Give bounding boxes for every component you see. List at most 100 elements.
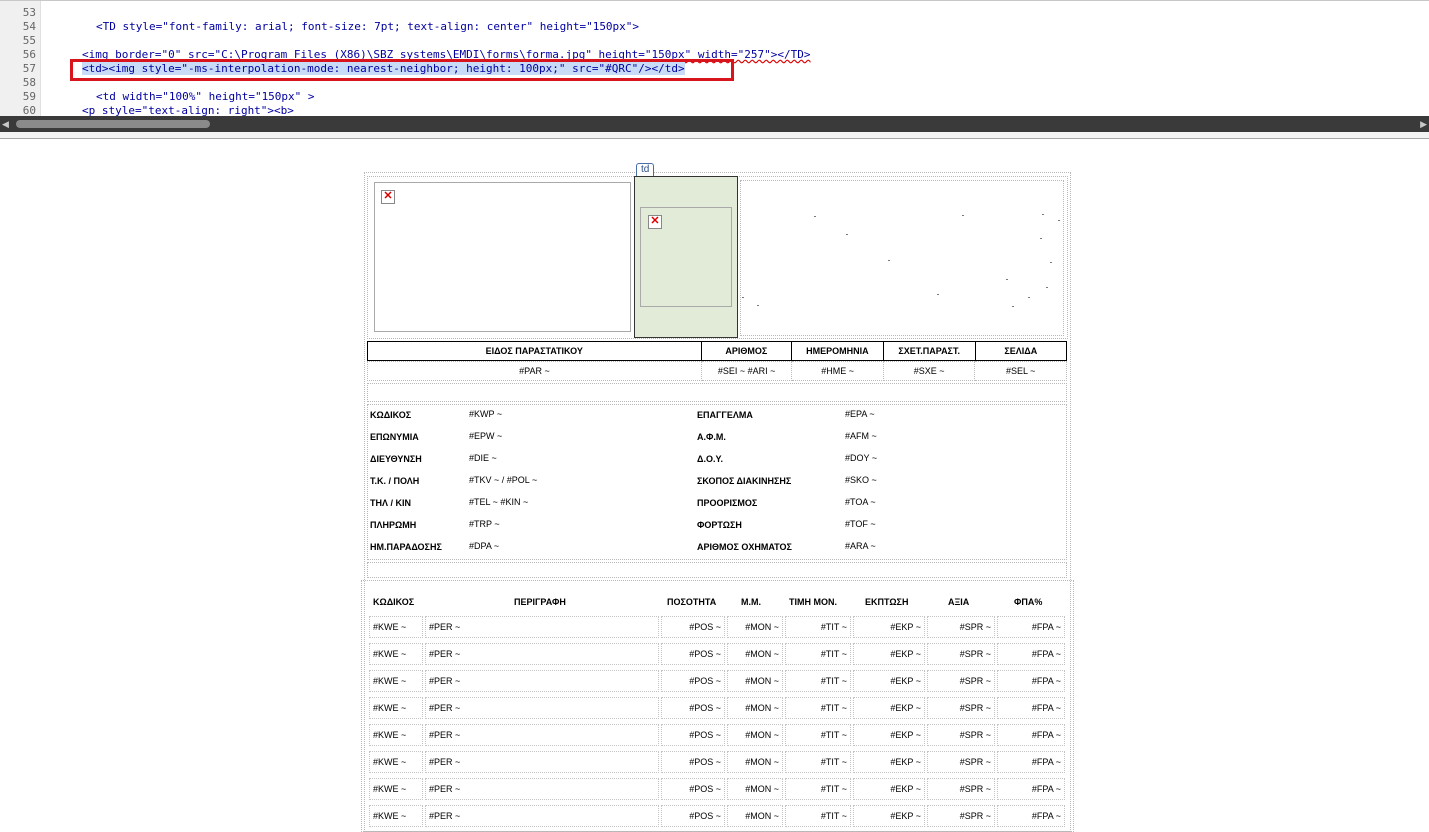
item-cell[interactable]: #MON ~: [727, 670, 783, 692]
item-cell[interactable]: #TIT ~: [785, 724, 851, 746]
code-editor[interactable]: 53 54 55 56 57 58 59 60 <TD style="font-…: [0, 0, 1429, 117]
speck: [962, 215, 964, 216]
doc-page-value[interactable]: #SEL ~: [974, 361, 1067, 381]
item-cell[interactable]: #FPA ~: [997, 670, 1065, 692]
customer-value[interactable]: #ARA ~: [845, 541, 876, 551]
item-cell[interactable]: #FPA ~: [997, 778, 1065, 800]
item-cell[interactable]: #MON ~: [727, 778, 783, 800]
code-line-59[interactable]: <td width="100%" height="150px" >: [96, 90, 315, 104]
item-cell[interactable]: #POS ~: [661, 724, 725, 746]
item-cell[interactable]: #PER ~: [425, 805, 659, 827]
item-cell[interactable]: #FPA ~: [997, 697, 1065, 719]
customer-value[interactable]: #TOF ~: [845, 519, 876, 529]
item-cell[interactable]: #SPR ~: [927, 697, 995, 719]
speck: [1058, 220, 1060, 221]
item-cell[interactable]: #MON ~: [727, 805, 783, 827]
table-row: #KWE ~ #PER ~ #POS ~ #MON ~ #TIT ~ #EKP ~ #SPR…: [369, 670, 1067, 692]
item-cell[interactable]: #KWE ~: [369, 724, 423, 746]
item-cell[interactable]: #EKP ~: [853, 751, 925, 773]
item-cell[interactable]: #MON ~: [727, 751, 783, 773]
item-cell[interactable]: #MON ~: [727, 697, 783, 719]
item-cell[interactable]: #PER ~: [425, 643, 659, 665]
item-cell[interactable]: #EKP ~: [853, 697, 925, 719]
item-cell[interactable]: #TIT ~: [785, 805, 851, 827]
code-line-54[interactable]: <TD style="font-family: arial; font-size…: [96, 20, 639, 34]
item-cell[interactable]: #MON ~: [727, 643, 783, 665]
item-cell[interactable]: #SPR ~: [927, 805, 995, 827]
item-cell[interactable]: #FPA ~: [997, 805, 1065, 827]
item-cell[interactable]: #TIT ~: [785, 616, 851, 638]
item-cell[interactable]: #SPR ~: [927, 751, 995, 773]
qr-code-image[interactable]: ✕: [640, 207, 732, 307]
item-cell[interactable]: #EKP ~: [853, 778, 925, 800]
item-cell[interactable]: #KWE ~: [369, 616, 423, 638]
customer-value[interactable]: #SKO ~: [845, 475, 877, 485]
item-cell[interactable]: #KWE ~: [369, 697, 423, 719]
customer-value[interactable]: #EPA ~: [845, 409, 875, 419]
item-cell[interactable]: #POS ~: [661, 643, 725, 665]
item-cell[interactable]: #MON ~: [727, 724, 783, 746]
pane-splitter[interactable]: [0, 132, 1429, 139]
speck: [1040, 238, 1042, 239]
item-cell[interactable]: #TIT ~: [785, 751, 851, 773]
customer-label: ΕΠΑΓΓΕΛΜΑ: [697, 410, 753, 420]
item-cell[interactable]: #TIT ~: [785, 670, 851, 692]
item-cell[interactable]: #KWE ~: [369, 778, 423, 800]
customer-value[interactable]: #DIE ~: [469, 453, 497, 463]
item-cell[interactable]: #TIT ~: [785, 643, 851, 665]
item-cell[interactable]: #POS ~: [661, 751, 725, 773]
item-cell[interactable]: #POS ~: [661, 616, 725, 638]
customer-value[interactable]: #DOY ~: [845, 453, 877, 463]
item-cell[interactable]: #PER ~: [425, 724, 659, 746]
item-cell[interactable]: #KWE ~: [369, 643, 423, 665]
customer-value[interactable]: #TRP ~: [469, 519, 500, 529]
item-cell[interactable]: #PER ~: [425, 670, 659, 692]
item-cell[interactable]: #FPA ~: [997, 616, 1065, 638]
item-cell[interactable]: #EKP ~: [853, 805, 925, 827]
item-cell[interactable]: #PER ~: [425, 697, 659, 719]
item-cell[interactable]: #KWE ~: [369, 751, 423, 773]
logo-image[interactable]: ✕: [374, 182, 631, 332]
item-cell[interactable]: #PER ~: [425, 751, 659, 773]
item-cell[interactable]: #SPR ~: [927, 724, 995, 746]
item-cell[interactable]: #FPA ~: [997, 724, 1065, 746]
horizontal-scrollbar[interactable]: ◀ ▶: [0, 116, 1429, 132]
td-tag-label[interactable]: td: [636, 163, 655, 177]
item-cell[interactable]: #SPR ~: [927, 670, 995, 692]
scroll-left-arrow-icon[interactable]: ◀: [2, 119, 12, 129]
customer-value[interactable]: #EPW ~: [469, 431, 502, 441]
doc-type-value[interactable]: #PAR ~: [367, 361, 702, 381]
item-cell[interactable]: #SPR ~: [927, 616, 995, 638]
scrollbar-thumb[interactable]: [16, 120, 210, 128]
item-cell[interactable]: #PER ~: [425, 778, 659, 800]
item-cell[interactable]: #SPR ~: [927, 643, 995, 665]
customer-value[interactable]: #DPA ~: [469, 541, 499, 551]
item-cell[interactable]: #TIT ~: [785, 697, 851, 719]
item-cell[interactable]: #EKP ~: [853, 616, 925, 638]
item-cell[interactable]: #FPA ~: [997, 643, 1065, 665]
customer-value[interactable]: #TOA ~: [845, 497, 876, 507]
item-cell[interactable]: #KWE ~: [369, 670, 423, 692]
item-cell[interactable]: #FPA ~: [997, 751, 1065, 773]
spacer-row: [367, 383, 1067, 402]
item-cell[interactable]: #KWE ~: [369, 805, 423, 827]
customer-value[interactable]: #TKV ~ / #POL ~: [469, 475, 537, 485]
item-cell[interactable]: #PER ~: [425, 616, 659, 638]
scroll-right-arrow-icon[interactable]: ▶: [1417, 119, 1427, 129]
doc-related-value[interactable]: #SXE ~: [882, 361, 976, 381]
item-cell[interactable]: #POS ~: [661, 697, 725, 719]
item-cell[interactable]: #EKP ~: [853, 670, 925, 692]
item-cell[interactable]: #EKP ~: [853, 724, 925, 746]
item-cell[interactable]: #SPR ~: [927, 778, 995, 800]
item-cell[interactable]: #TIT ~: [785, 778, 851, 800]
item-cell[interactable]: #POS ~: [661, 805, 725, 827]
customer-value[interactable]: #TEL ~ #KIN ~: [469, 497, 528, 507]
item-cell[interactable]: #POS ~: [661, 778, 725, 800]
item-cell[interactable]: #EKP ~: [853, 643, 925, 665]
item-cell[interactable]: #POS ~: [661, 670, 725, 692]
customer-value[interactable]: #AFM ~: [845, 431, 877, 441]
doc-number-value[interactable]: #SEI ~ #ARI ~: [700, 361, 793, 381]
doc-date-value[interactable]: #HME ~: [791, 361, 884, 381]
item-cell[interactable]: #MON ~: [727, 616, 783, 638]
customer-value[interactable]: #KWP ~: [469, 409, 502, 419]
